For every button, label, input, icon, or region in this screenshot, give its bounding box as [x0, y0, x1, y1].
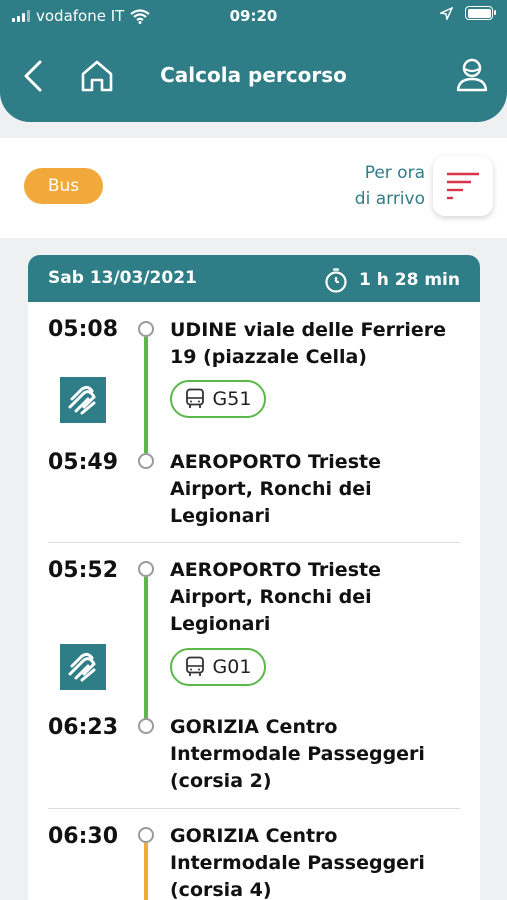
trip-date: Sab 13/03/2021 [48, 268, 197, 288]
bus-filter-chip[interactable]: Bus [24, 168, 103, 204]
bus-icon [185, 656, 204, 676]
filter-bar: Bus Per ora di arrivo [0, 138, 507, 238]
stop-dot [138, 718, 154, 734]
battery-icon [465, 6, 496, 20]
departure-time: 05:08 [48, 317, 119, 342]
arrival-stop: GORIZIA Centro Intermodale Passeggeri (c… [170, 716, 425, 792]
route-line [144, 577, 148, 721]
arrival-time: 06:23 [48, 715, 119, 740]
trip-card[interactable]: Sab 13/03/2021 1 h 28 min 05:08 UDINE vi… [28, 255, 480, 900]
departure-stop: GORIZIA Centro Intermodale Passeggeri (c… [170, 825, 425, 900]
arrival-stop: AEROPORTO Trieste Airport, Ronchi dei Le… [170, 451, 381, 527]
sort-label[interactable]: Per ora di arrivo [335, 160, 425, 212]
trip-duration: 1 h 28 min [359, 270, 460, 290]
departure-time: 05:52 [48, 558, 119, 583]
leg-divider [48, 542, 460, 543]
route-badge[interactable]: G01 [170, 648, 266, 686]
departure-stop: UDINE viale delle Ferriere 19 (piazzale … [170, 319, 447, 368]
route-line [144, 337, 148, 453]
location-arrow-icon [440, 6, 453, 20]
bus-icon [185, 388, 204, 408]
route-number: G51 [212, 388, 252, 410]
status-time: 09:20 [229, 7, 278, 25]
sort-button[interactable] [433, 156, 493, 216]
walk-line [144, 843, 148, 900]
route-number: G01 [212, 656, 252, 678]
departure-stop: AEROPORTO Trieste Airport, Ronchi dei Le… [170, 559, 381, 635]
nav-bar: Calcola percorso [0, 54, 507, 98]
leg-divider [48, 808, 460, 809]
stop-dot [138, 827, 154, 843]
sort-icon [447, 172, 479, 200]
user-icon[interactable] [455, 56, 489, 94]
route-badge[interactable]: G51 [170, 380, 266, 418]
trip-card-header: Sab 13/03/2021 1 h 28 min [28, 255, 480, 302]
operator-logo [60, 644, 106, 690]
arrival-time: 05:49 [48, 450, 119, 475]
operator-logo [60, 377, 106, 423]
stop-dot [138, 453, 154, 469]
app-header: vodafone IT 09:20 Calcola percorso [0, 0, 507, 122]
stopwatch-icon [325, 268, 347, 293]
stop-dot [138, 561, 154, 577]
status-bar: vodafone IT 09:20 [0, 0, 507, 32]
stop-dot [138, 321, 154, 337]
departure-time: 06:30 [48, 824, 119, 849]
page-title: Calcola percorso [160, 63, 347, 87]
